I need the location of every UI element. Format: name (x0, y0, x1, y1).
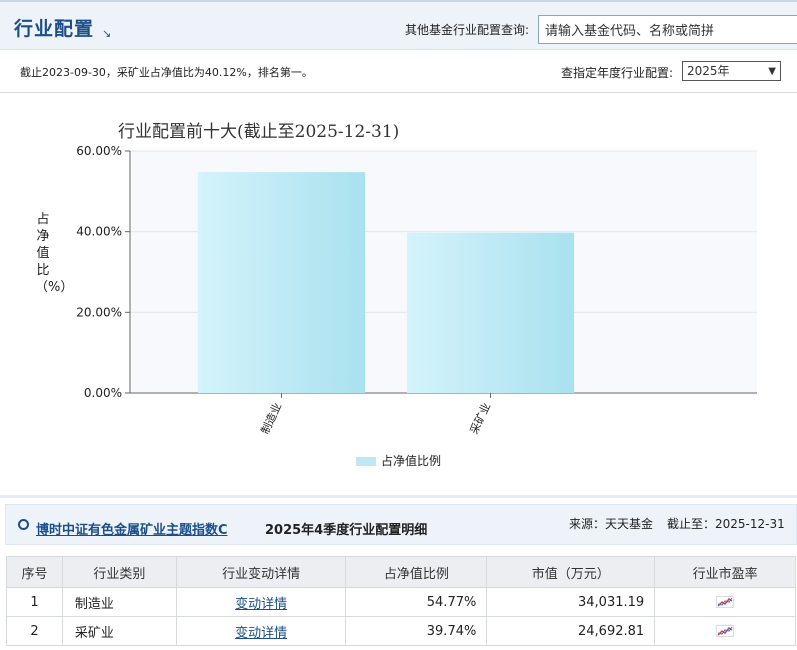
circle-icon (18, 519, 29, 530)
query-label: 其他基金行业配置查询: (405, 23, 530, 37)
row-category: 采矿业 (61, 616, 177, 646)
y-tick-label: 60.00% (76, 144, 122, 158)
col-header-index: 序号 (6, 556, 63, 588)
chart-plot: 0.00% 20.00% 40.00% 60.00% 制造业 采矿业 (76, 144, 757, 436)
industry-chart: 行业配置前十大(截止至2025-12-31) 占净值比（%） 0.00% 20.0… (0, 93, 797, 495)
page-header: 行业配置 ↘ 其他基金行业配置查询: (0, 0, 797, 50)
change-detail-link[interactable]: 变动详情 (235, 626, 287, 641)
col-header-category: 行业类别 (61, 556, 177, 588)
fund-search-input[interactable] (538, 15, 797, 44)
page-title: 行业配置 (14, 18, 95, 40)
row-category: 制造业 (61, 587, 177, 617)
row-ratio: 54.77% (345, 587, 488, 617)
data-source: 来源：天天基金 (569, 517, 654, 531)
as-of-date: 截止至：2025-12-31 (667, 517, 785, 531)
page: 行业配置 ↘ 其他基金行业配置查询: 截止2023-09-30，采矿业占净值比为… (0, 0, 797, 650)
row-index: 1 (6, 587, 63, 617)
arrow-down-right-icon: ↘ (102, 27, 112, 40)
table-row: 2 采矿业 变动详情 39.74% 24,692.81 (6, 616, 796, 646)
x-tick-label: 采矿业 (468, 401, 494, 436)
col-header-ratio: 占净值比例 (345, 556, 488, 588)
year-selected-value: 2025年 (687, 64, 730, 78)
change-detail-link[interactable]: 变动详情 (235, 597, 287, 612)
x-tick-label: 制造业 (258, 400, 285, 436)
y-tick-label: 20.00% (76, 305, 122, 319)
table-row: 1 制造业 变动详情 54.77% 34,031.19 (6, 587, 796, 617)
chevron-down-icon: ▼ (768, 66, 776, 77)
row-value: 24,692.81 (486, 616, 656, 646)
row-ratio: 39.74% (345, 616, 488, 646)
year-label: 查指定年度行业配置: (561, 66, 674, 80)
legend-label: 占净值比例 (381, 454, 442, 468)
row-detail-cell: 变动详情 (175, 616, 347, 646)
col-header-detail: 行业变动详情 (175, 556, 347, 588)
detail-subtitle: 2025年4季度行业配置明细 (265, 523, 428, 538)
y-tick-label: 0.00% (84, 386, 122, 400)
row-pe-cell (654, 616, 796, 646)
table-header-row: 序号 行业类别 行业变动详情 占净值比例 市值（万元） 行业市盈率 (6, 556, 796, 588)
summary-text: 截止2023-09-30，采矿业占净值比为40.12%，排名第一。 (20, 66, 313, 79)
row-pe-cell (654, 587, 796, 617)
row-detail-cell: 变动详情 (175, 587, 347, 617)
row-value: 34,031.19 (486, 587, 656, 617)
chart-legend: 占净值比例 (356, 452, 441, 469)
col-header-pe: 行业市盈率 (654, 556, 796, 588)
col-header-value: 市值（万元） (486, 556, 656, 588)
year-select[interactable]: 2025年 ▼ (682, 61, 781, 81)
fund-name-link[interactable]: 博时中证有色金属矿业主题指数C (36, 519, 228, 538)
legend-swatch (356, 457, 376, 466)
trend-chart-icon[interactable] (716, 625, 735, 637)
allocation-table: 序号 行业类别 行业变动详情 占净值比例 市值（万元） 行业市盈率 1 制造业 … (6, 556, 796, 646)
section-separator (0, 495, 797, 498)
bar-1 (197, 172, 366, 393)
trend-chart-icon[interactable] (716, 596, 735, 608)
y-tick-label: 40.00% (76, 225, 122, 239)
detail-header: 博时中证有色金属矿业主题指数C 2025年4季度行业配置明细 来源：天天基金 截… (5, 504, 797, 545)
row-index: 2 (6, 616, 63, 646)
bar-2 (406, 232, 575, 393)
